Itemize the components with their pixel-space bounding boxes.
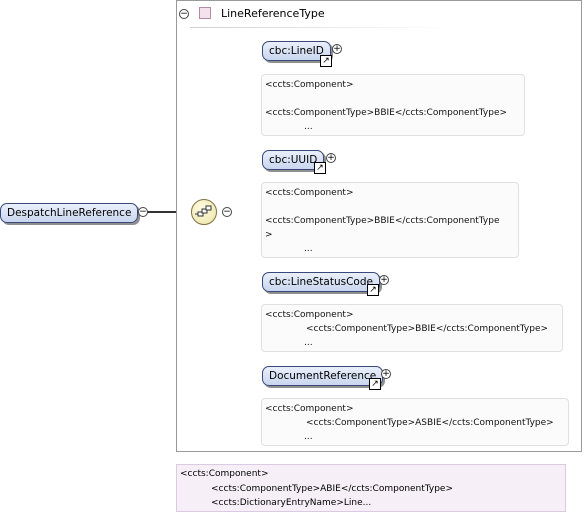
sequence-compositor[interactable]: [191, 199, 217, 225]
reference-link-icon[interactable]: ↗: [314, 162, 326, 174]
reference-link-icon[interactable]: ↗: [367, 284, 379, 296]
annotation-line: <ccts:ComponentType>BBIE</ccts:Component…: [265, 108, 508, 118]
element-label: cbc:LineStatusCode: [269, 276, 373, 288]
sequence-collapse-button[interactable]: −: [222, 207, 232, 217]
type-annotation-box: <ccts:Component> <ccts:ComponentType>ABI…: [176, 464, 566, 512]
complex-type-icon: [199, 7, 211, 19]
annotation-line: <ccts:ComponentType>ABIE</ccts:Component…: [211, 484, 454, 494]
annotation-line: <ccts:Component>: [180, 469, 269, 479]
root-element-label: DespatchLineReference: [7, 207, 132, 219]
annotation-box: <ccts:Component> <ccts:ComponentType>ASB…: [261, 398, 569, 446]
reference-link-icon[interactable]: ↗: [369, 378, 381, 390]
element-label: cbc:LineID: [269, 45, 324, 57]
sequence-icon: [195, 205, 212, 217]
expand-button[interactable]: +: [379, 275, 389, 285]
element-line-status-code[interactable]: cbc:LineStatusCode: [262, 272, 380, 292]
root-collapse-button[interactable]: −: [138, 207, 148, 217]
annotation-line: <ccts:Component>: [265, 310, 354, 320]
root-element[interactable]: DespatchLineReference: [0, 203, 139, 223]
annotation-line: ...: [304, 122, 313, 132]
expand-button[interactable]: +: [332, 44, 342, 54]
annotation-line: ...: [304, 338, 313, 348]
element-label: DocumentReference: [269, 370, 377, 382]
annotation-line: >: [265, 230, 273, 240]
type-collapse-button[interactable]: −: [179, 9, 189, 19]
element-document-reference[interactable]: DocumentReference: [262, 366, 384, 386]
annotation-line: <ccts:Component>: [265, 80, 354, 90]
expand-button[interactable]: +: [326, 153, 336, 163]
reference-link-icon[interactable]: ↗: [320, 55, 332, 67]
annotation-line: <ccts:ComponentType>BBIE</ccts:Component…: [306, 324, 549, 334]
annotation-box: <ccts:Component> <ccts:ComponentType>BBI…: [261, 304, 563, 352]
annotation-line: <ccts:DictionaryEntryName>Line...: [211, 498, 372, 508]
annotation-box: <ccts:Component> <ccts:ComponentType>BBI…: [261, 182, 519, 258]
element-label: cbc:UUID: [269, 154, 318, 166]
type-header-divider: [190, 27, 450, 28]
annotation-line: <ccts:ComponentType>BBIE</ccts:Component…: [265, 216, 500, 226]
annotation-line: <ccts:ComponentType>ASBIE</ccts:Componen…: [306, 418, 554, 428]
annotation-line: ...: [304, 244, 313, 254]
annotation-line: <ccts:Component>: [265, 188, 354, 198]
annotation-box: <ccts:Component> <ccts:ComponentType>BBI…: [261, 74, 525, 136]
annotation-line: ...: [304, 432, 313, 442]
annotation-line: <ccts:Component>: [265, 404, 354, 414]
expand-button[interactable]: +: [381, 369, 391, 379]
type-label: LineReferenceType: [221, 7, 325, 20]
